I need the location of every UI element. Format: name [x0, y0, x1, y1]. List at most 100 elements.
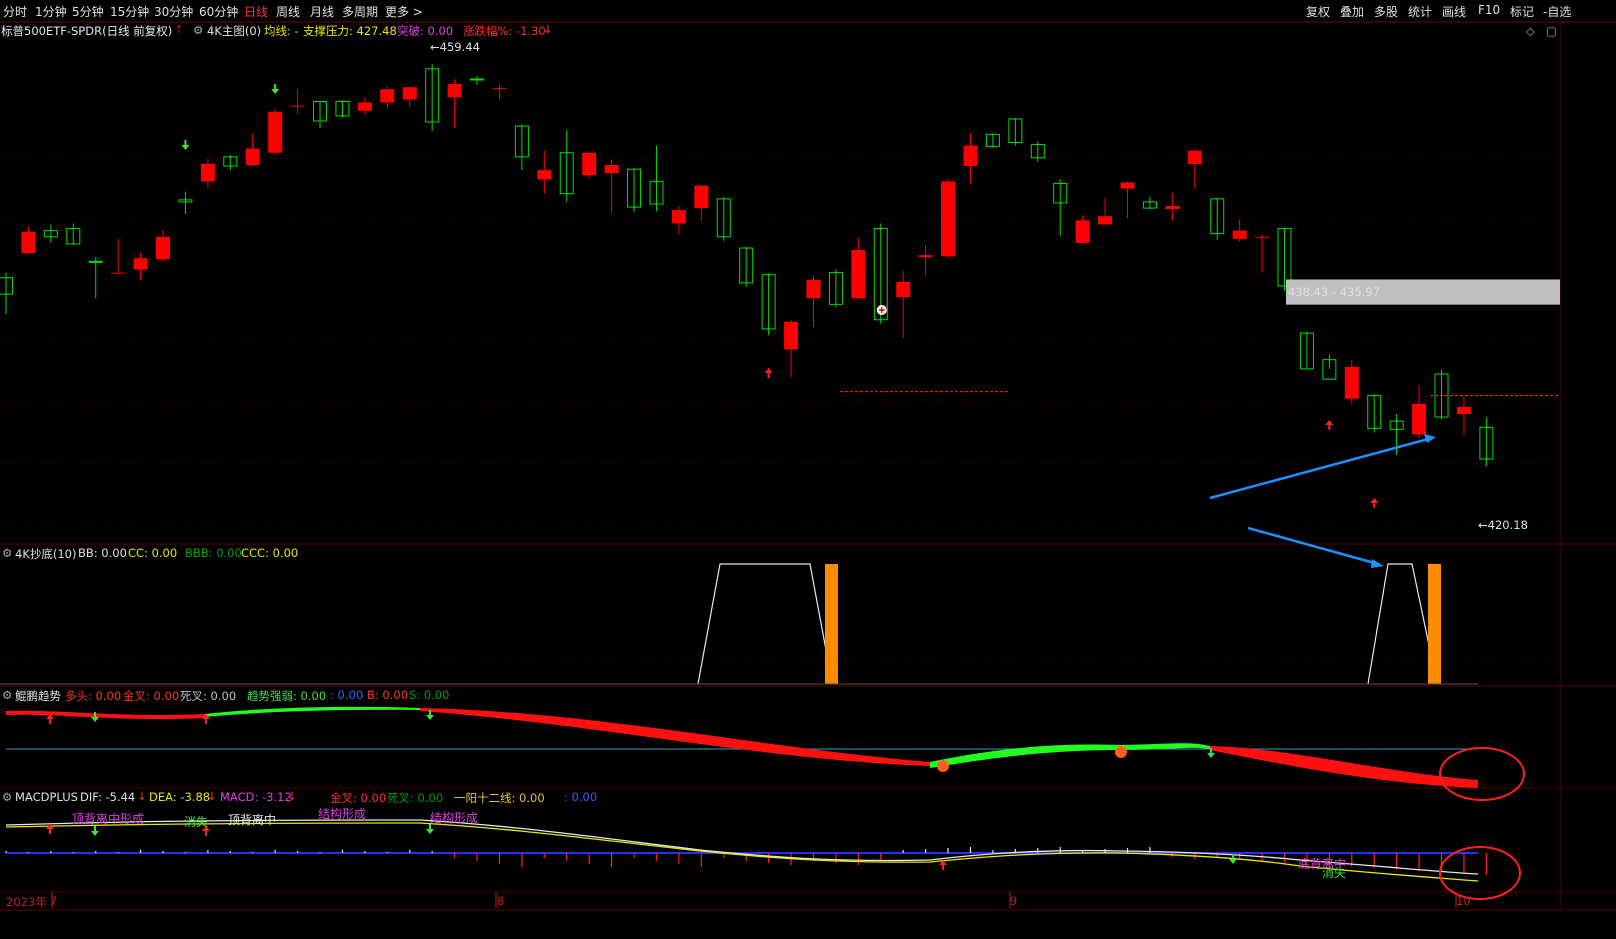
macd-jincha: 金叉: 0.00: [330, 791, 387, 805]
sell-signal-arrow: [271, 84, 280, 94]
x-axis-month: 10: [1456, 894, 1471, 908]
trend-ribbon-green: [930, 743, 1210, 768]
candle-body: [582, 152, 597, 176]
candle-body: [1075, 220, 1090, 243]
chaodi-bar: [825, 564, 838, 684]
macd-sell-arrow: [91, 826, 99, 836]
macd-dif: DIF: -5.44: [80, 790, 136, 804]
x-axis-month: 9: [1010, 894, 1018, 908]
settings-icon[interactable]: ⚙: [2, 546, 12, 560]
candle-body: [245, 148, 260, 166]
candle-body: [694, 185, 709, 209]
candle-body: [447, 84, 462, 98]
trend-buy-arrow: [46, 714, 54, 724]
macd-blank: : 0.00: [564, 790, 598, 804]
highlight-circle: [1439, 846, 1521, 900]
trend-duotou: 多头: 0.00: [65, 689, 122, 703]
macd-dea: DEA: -3.88: [149, 790, 211, 804]
chaodi-bbb: BBB: 0.00: [185, 546, 242, 560]
buy-signal-arrow: [1325, 420, 1334, 430]
macd-annotation: 顶背离中形成: [72, 812, 145, 826]
buy-signal-arrow: [1370, 498, 1379, 508]
x-axis-month: 7: [50, 894, 58, 908]
candle-body: [537, 170, 552, 180]
macd-macd: MACD: -3.12: [220, 790, 292, 804]
down-arrow-icon: ↓: [287, 789, 297, 803]
candle-body: [784, 321, 799, 350]
candle-body: [21, 231, 36, 254]
trend-s: S: 0.00: [409, 688, 450, 702]
x-axis-year: 2023年: [6, 895, 47, 909]
trend-sicha: 死叉: 0.00: [180, 689, 237, 703]
settings-icon[interactable]: ⚙: [2, 688, 12, 702]
candle-body: [918, 255, 933, 258]
candle-body: [357, 102, 372, 111]
candle-body: [156, 236, 171, 260]
zone-label: 438.43 - 435.97: [1288, 285, 1380, 299]
x-axis-month: 8: [497, 894, 505, 908]
trend-strength: 趋势强弱: 0.00: [247, 689, 327, 703]
candle-body: [1120, 182, 1135, 189]
high-price-value: 459.44: [439, 40, 480, 54]
macd-annotation: 消失: [184, 815, 209, 829]
low-price-label: ←420.18: [1478, 518, 1528, 532]
buy-signal-arrow: [764, 368, 773, 378]
macd-annotation: 结构形成: [430, 811, 479, 825]
candle-body: [604, 165, 619, 174]
candle-body: [1098, 216, 1113, 225]
candle-body: [671, 210, 686, 224]
down-arrow-icon: ↓: [137, 789, 147, 803]
candle-body: [1456, 406, 1471, 414]
low-price-value: 420.18: [1487, 518, 1528, 532]
candle-body: [133, 258, 148, 270]
blue-arrow-head: [1424, 434, 1436, 443]
macd-yiyang: 一阳十二线: 0.00: [454, 791, 545, 805]
candle-body: [268, 111, 283, 153]
blue-arrow-line: [1247, 526, 1379, 566]
candle-body: [1165, 206, 1180, 210]
blue-arrow-line: [1209, 436, 1433, 500]
macd-annotation: 结构形成: [318, 807, 367, 821]
macd-annotation: 顶背离中: [228, 813, 277, 827]
candle-body: [402, 87, 417, 100]
candle-body: [1412, 403, 1427, 435]
trend-ribbon-red: [420, 708, 930, 766]
candle-body: [380, 89, 395, 103]
settings-icon[interactable]: ⚙: [2, 790, 12, 804]
chaodi-bb: BB: 0.00: [78, 546, 127, 560]
candle-body: [200, 164, 215, 182]
trend-ribbon-red: [1210, 746, 1478, 788]
candle-body: [806, 279, 821, 299]
trend-title[interactable]: 鲲鹏趋势: [15, 688, 61, 704]
trend-b: B: 0.00: [367, 688, 409, 702]
macd-dif-line: [5, 819, 1479, 875]
macd-sicha: 死叉: 0.00: [387, 791, 444, 805]
trend-jincha: 金叉: 0.00: [123, 689, 180, 703]
candle-body: [492, 88, 507, 90]
candle-body: [941, 181, 956, 257]
chart-overlays: [0, 84, 1560, 900]
chaodi-ccc: CCC: 0.00: [241, 546, 299, 560]
trend-b-marker: [937, 760, 949, 772]
trend-b-marker: [1115, 746, 1127, 758]
high-price-label: ←459.44: [430, 40, 480, 54]
candle-body: [851, 250, 866, 299]
candle-body: [111, 272, 126, 274]
trend-ribbon-green: [205, 706, 420, 717]
candlestick-series: [0, 64, 1494, 467]
macd-annotation: 消失: [1322, 866, 1347, 880]
candle-body: [1232, 230, 1247, 239]
candle-body: [963, 145, 978, 167]
macd-title[interactable]: MACDPLUS: [15, 790, 78, 804]
chaodi-title[interactable]: 4K抄底(10): [15, 546, 76, 562]
candle-body: [290, 105, 305, 107]
candle-body: [1344, 366, 1359, 399]
trend-ribbon-red: [6, 710, 205, 720]
candle-body: [1255, 236, 1270, 238]
blue-arrow-head: [1371, 559, 1384, 568]
candle-body: [896, 281, 911, 298]
chaodi-trapezoid: [697, 563, 827, 685]
chaodi-bar: [1428, 564, 1441, 684]
trend-blank: : 0.00: [330, 688, 364, 702]
down-arrow-icon: ↓: [207, 789, 217, 803]
